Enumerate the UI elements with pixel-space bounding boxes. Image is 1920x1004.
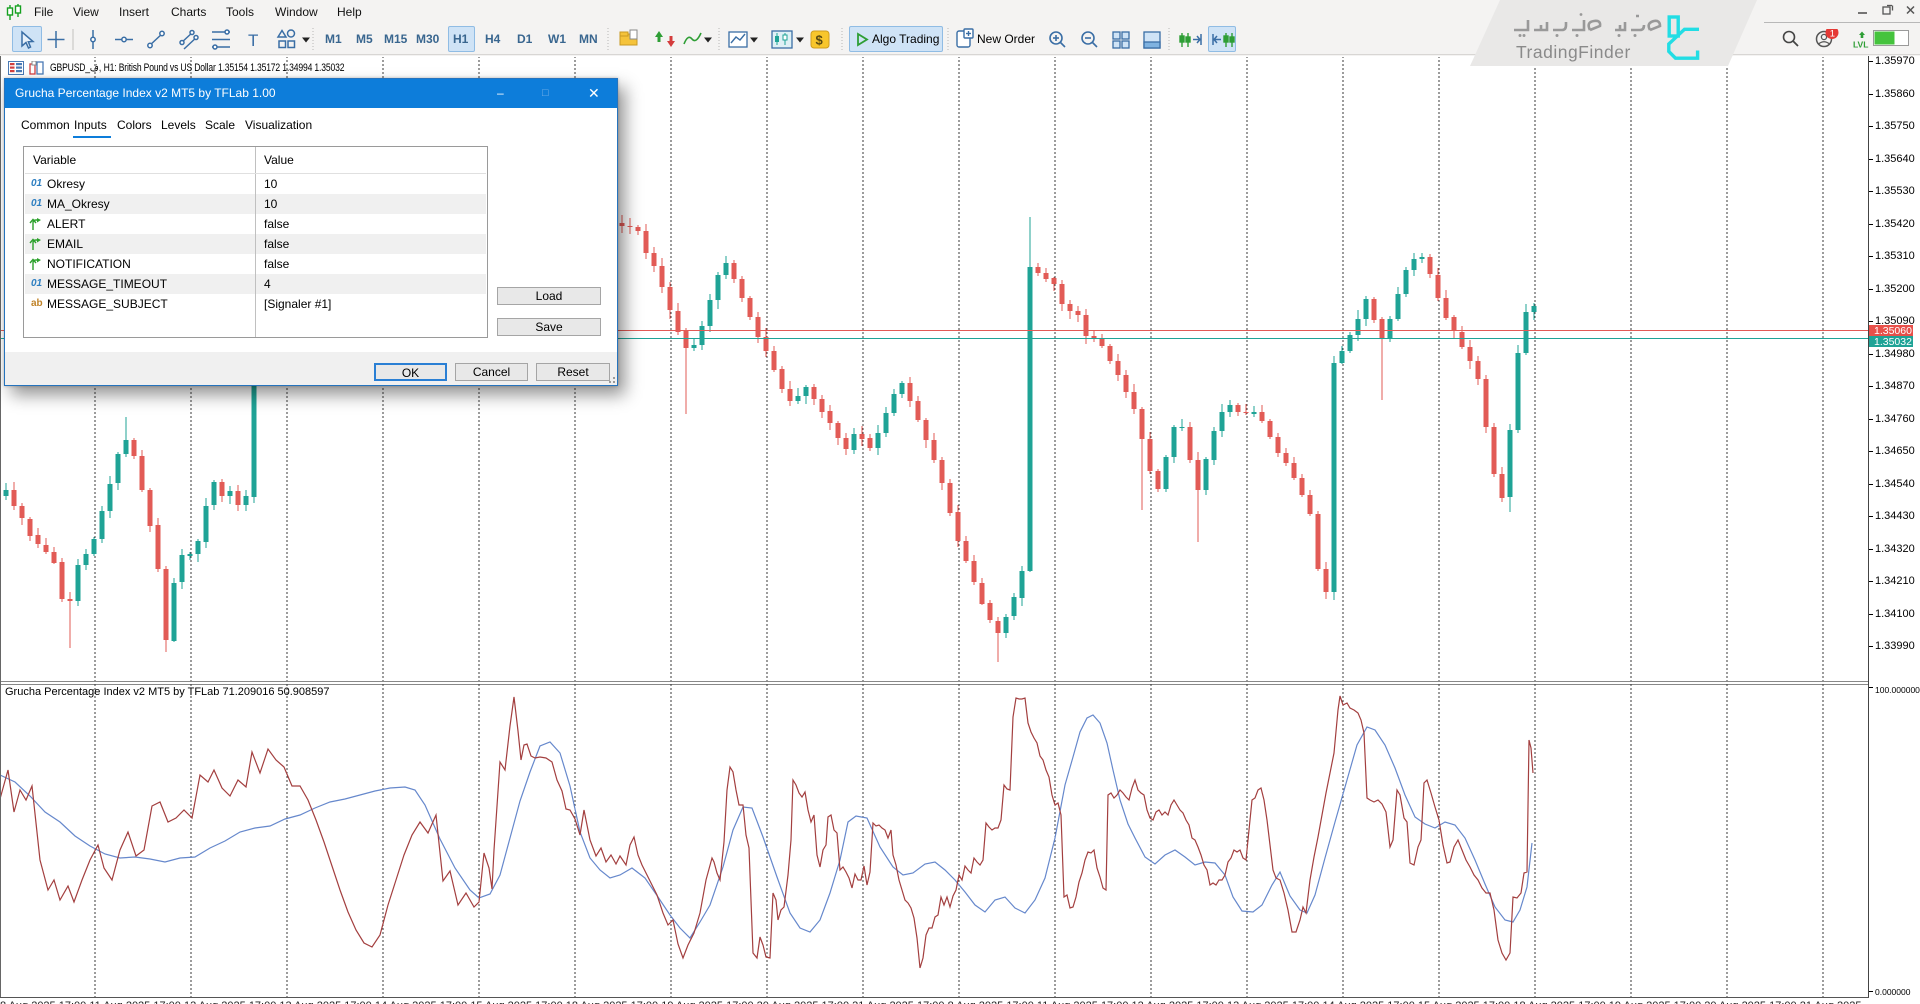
svg-text:T: T <box>248 31 258 50</box>
svg-text:TradingFinder: TradingFinder <box>1516 42 1631 62</box>
svg-text:1: 1 <box>1830 29 1835 40</box>
svg-text:LVL: LVL <box>1853 40 1868 50</box>
svg-text:$: $ <box>816 33 824 48</box>
